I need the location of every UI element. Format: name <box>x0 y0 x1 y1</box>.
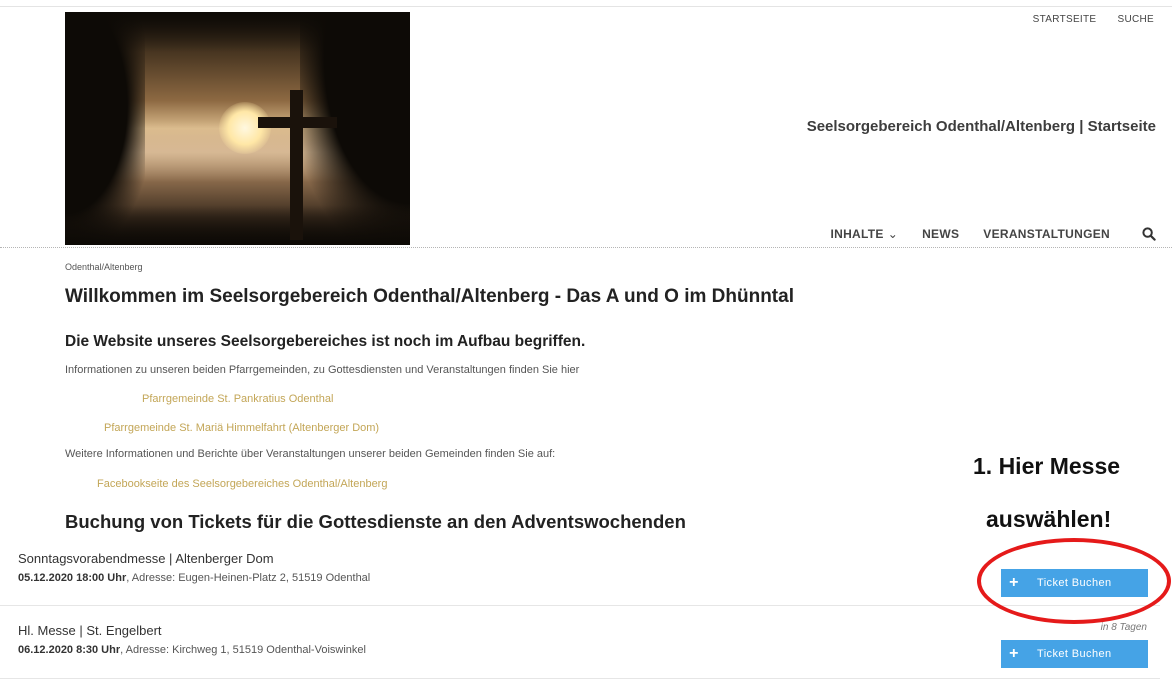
link-maria-himmelfahrt[interactable]: Pfarrgemeinde St. Mariä Himmelfahrt (Alt… <box>104 422 379 434</box>
nav-news[interactable]: NEWS <box>922 227 959 241</box>
event-title: Hl. Messe | St. Engelbert <box>18 623 162 638</box>
event-address: , Adresse: Kirchweg 1, 51519 Odenthal-Vo… <box>120 644 366 656</box>
intro-text: Informationen zu unseren beiden Pfarrgem… <box>65 364 580 376</box>
relative-date-badge: in 8 Tagen <box>1100 622 1147 633</box>
event-meta: 06.12.2020 8:30 Uhr, Adresse: Kirchweg 1… <box>18 644 1158 656</box>
search-icon[interactable] <box>1142 227 1156 241</box>
header-image-cross-sunrise <box>65 12 410 245</box>
annotation-line-1: 1. Hier Messe <box>973 453 1121 479</box>
link-facebook[interactable]: Facebookseite des Seelsorgebereiches Ode… <box>97 478 387 490</box>
plus-icon: + <box>1009 645 1019 662</box>
page-title: Willkommen im Seelsorgebereich Odenthal/… <box>65 286 794 307</box>
more-info-text: Weitere Informationen und Berichte über … <box>65 448 556 460</box>
annotation-ring <box>977 538 1171 624</box>
event-divider <box>0 605 1160 606</box>
subheading: Die Website unseres Seelsorgebereiches i… <box>65 333 586 350</box>
event-datetime: 05.12.2020 18:00 Uhr <box>18 572 127 584</box>
top-links: STARTSEITE SUCHE <box>1015 14 1154 25</box>
booking-heading: Buchung von Tickets für die Gottesdienst… <box>65 511 686 532</box>
startseite-link[interactable]: STARTSEITE <box>1033 14 1097 25</box>
nav-veranstaltungen[interactable]: VERANSTALTUNGEN <box>983 227 1110 241</box>
nav-inhalte[interactable]: INHALTE ⌄ <box>830 227 898 241</box>
event-datetime: 06.12.2020 8:30 Uhr <box>18 644 121 656</box>
event-address: , Adresse: Eugen-Heinen-Platz 2, 51519 O… <box>126 572 371 584</box>
nav-inhalte-label: INHALTE <box>830 227 884 241</box>
link-pankratius[interactable]: Pfarrgemeinde St. Pankratius Odenthal <box>142 393 333 405</box>
ticket-buchen-button[interactable]: + Ticket Buchen <box>1001 640 1148 668</box>
cross-icon <box>290 90 303 240</box>
site-title: Seelsorgebereich Odenthal/Altenberg | St… <box>806 118 1156 135</box>
annotation-line-2: auswählen! <box>986 506 1112 532</box>
ticket-button-label: Ticket Buchen <box>1037 648 1112 660</box>
main-nav: INHALTE ⌄ NEWS VERANSTALTUNGEN <box>830 227 1156 241</box>
breadcrumb: Odenthal/Altenberg <box>65 262 143 272</box>
chevron-down-icon: ⌄ <box>887 227 899 241</box>
top-border <box>0 6 1172 7</box>
event-row: Hl. Messe | St. Engelbert 06.12.2020 8:3… <box>18 623 1158 656</box>
suche-link[interactable]: SUCHE <box>1117 14 1154 25</box>
header-divider <box>0 247 1172 248</box>
